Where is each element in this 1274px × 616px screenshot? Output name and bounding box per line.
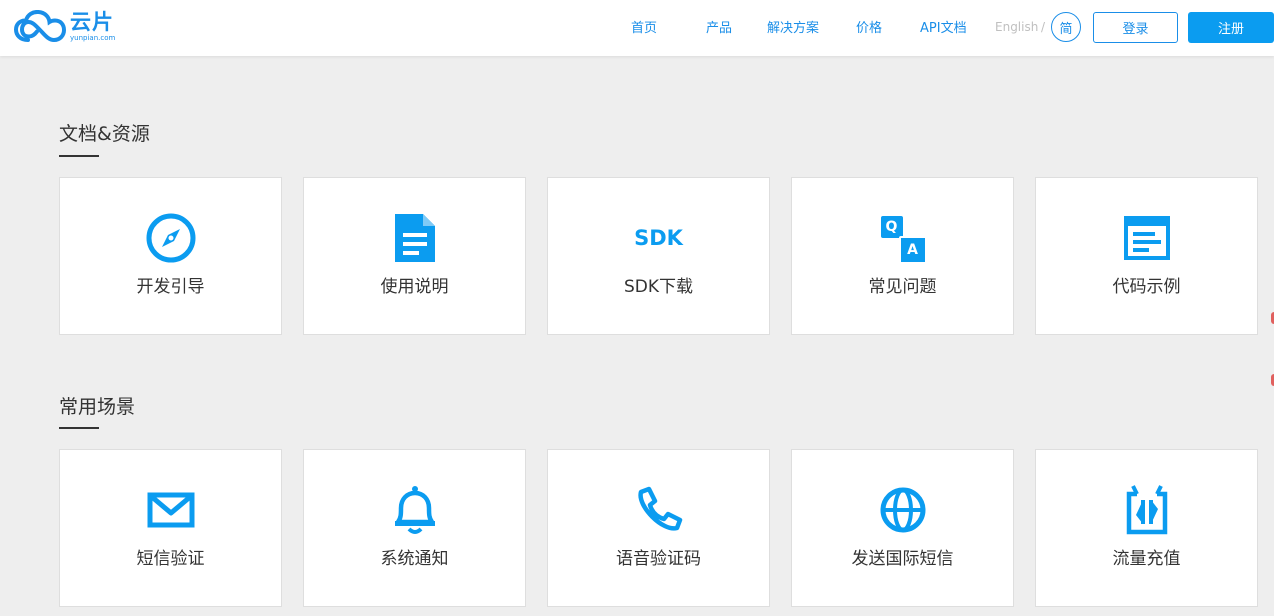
nav-pricing[interactable]: 价格	[856, 17, 882, 36]
sdk-icon-text: SDK	[634, 226, 683, 250]
top-header: 云片 yunpian.com 首页 产品 解决方案 价格 API文档 Engli…	[0, 0, 1274, 56]
nav-solutions[interactable]: 解决方案	[767, 17, 819, 36]
card-usage-guide[interactable]: 使用说明	[303, 177, 526, 335]
data-recharge-icon	[1121, 484, 1173, 536]
document-icon	[389, 212, 441, 264]
lang-separator: /	[1041, 20, 1046, 34]
register-button[interactable]: 注册	[1188, 12, 1274, 43]
card-code-samples[interactable]: 代码示例	[1035, 177, 1258, 335]
code-window-icon	[1121, 212, 1173, 264]
section-underline	[59, 155, 99, 157]
nav-home[interactable]: 首页	[631, 17, 657, 36]
section-title-docs: 文档&资源	[59, 123, 150, 145]
section-title-scenarios: 常用场景	[59, 396, 136, 418]
logo-domain: yunpian.com	[70, 34, 116, 42]
card-label: 代码示例	[1112, 277, 1181, 297]
logo-title: 云片	[70, 10, 114, 34]
card-label: 流量充值	[1112, 549, 1181, 569]
card-label: 开发引导	[136, 277, 205, 297]
globe-icon	[877, 484, 929, 536]
card-label: 短信验证	[136, 549, 205, 569]
card-label: 发送国际短信	[851, 549, 954, 569]
lang-chinese-toggle[interactable]: 简	[1051, 12, 1081, 42]
phone-icon	[633, 484, 685, 536]
envelope-icon	[145, 484, 197, 536]
nav-api-docs[interactable]: API文档	[920, 17, 967, 36]
cloud-logo-icon	[14, 10, 66, 43]
card-voice-code[interactable]: 语音验证码	[547, 449, 770, 607]
login-button[interactable]: 登录	[1093, 12, 1178, 43]
yunpian-logo[interactable]: 云片 yunpian.com	[14, 6, 124, 48]
lang-english-link[interactable]: English	[995, 20, 1038, 34]
card-label: 语音验证码	[616, 549, 701, 569]
sdk-icon: SDK	[633, 212, 685, 264]
card-sms-verification[interactable]: 短信验证	[59, 449, 282, 607]
card-faq[interactable]: Q A 常见问题	[791, 177, 1014, 335]
card-sdk-download[interactable]: SDK SDK下载	[547, 177, 770, 335]
card-dev-guide[interactable]: 开发引导	[59, 177, 282, 335]
card-system-notification[interactable]: 系统通知	[303, 449, 526, 607]
bell-icon	[389, 484, 441, 536]
compass-icon	[145, 212, 197, 264]
qa-icon: Q A	[877, 212, 929, 264]
card-data-recharge[interactable]: 流量充值	[1035, 449, 1258, 607]
nav-products[interactable]: 产品	[706, 17, 732, 36]
qa-q-box: Q	[880, 216, 903, 238]
card-international-sms[interactable]: 发送国际短信	[791, 449, 1014, 607]
qa-a-box: A	[898, 236, 927, 264]
card-label: 使用说明	[380, 277, 449, 297]
section-underline	[59, 427, 99, 429]
card-label: 系统通知	[380, 549, 449, 569]
card-label: 常见问题	[868, 277, 937, 297]
card-label: SDK下载	[623, 277, 694, 297]
